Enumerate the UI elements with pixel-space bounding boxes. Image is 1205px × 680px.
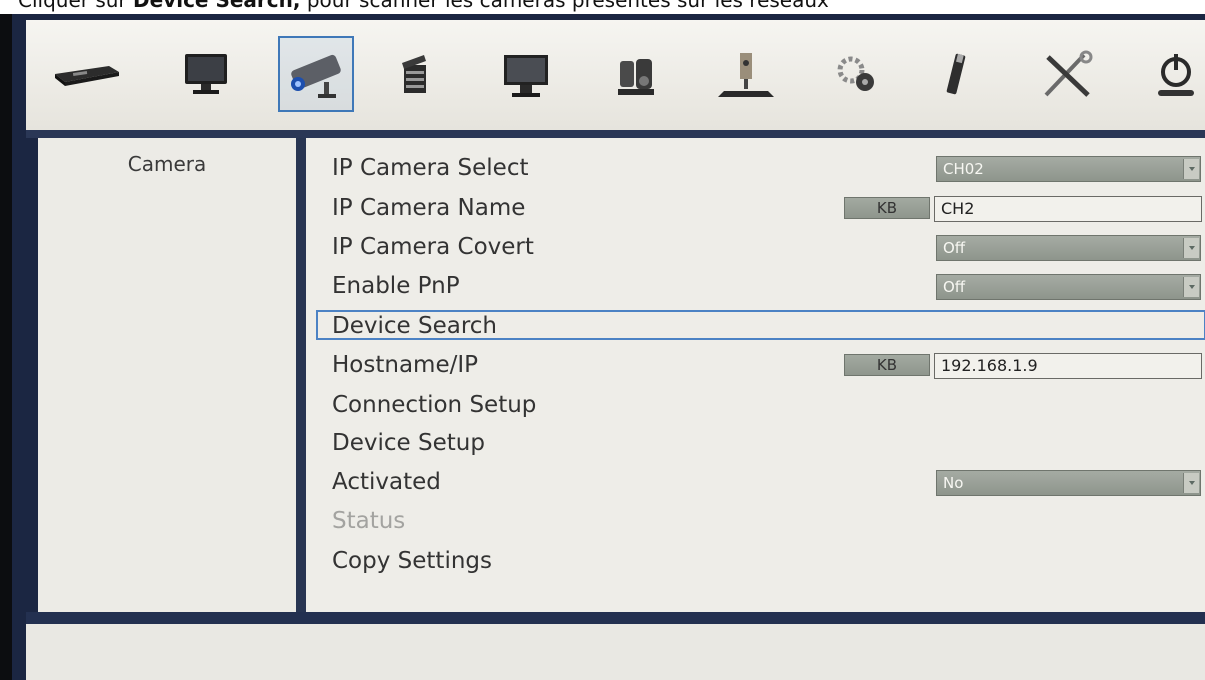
ip-camera-covert-row: IP Camera Covert Off [316, 229, 1205, 265]
keyboard-button[interactable]: KB [844, 197, 930, 219]
power-icon[interactable] [1136, 20, 1205, 130]
device-search-row[interactable]: Device Search [316, 308, 1205, 344]
settings-icon[interactable] [816, 20, 896, 130]
ip-camera-select-value: CH02 [943, 160, 984, 178]
enable-pnp-label: Enable PnP [332, 273, 460, 299]
ip-camera-covert-label: IP Camera Covert [332, 234, 534, 260]
ip-camera-name-field[interactable]: CH2 [934, 196, 1202, 222]
chevron-down-icon[interactable] [1183, 277, 1199, 297]
device-search-button[interactable]: Device Search [332, 308, 497, 344]
ip-camera-select-label: IP Camera Select [332, 155, 529, 181]
activated-label: Activated [332, 469, 441, 495]
activated-dropdown[interactable]: No [936, 470, 1201, 496]
enable-pnp-value: Off [943, 278, 966, 296]
ip-camera-name-value: CH2 [941, 199, 975, 218]
sidebar-divider [296, 138, 306, 612]
record-icon[interactable] [376, 20, 456, 130]
keyboard-button[interactable]: KB [844, 354, 930, 376]
caption-bold: Device Search, [133, 0, 301, 12]
chevron-down-icon[interactable] [1183, 159, 1199, 179]
footer-divider [26, 612, 1205, 624]
ip-camera-covert-value: Off [943, 239, 966, 257]
status-label: Status [332, 508, 406, 534]
chevron-down-icon[interactable] [1183, 473, 1199, 493]
tools-icon[interactable] [1026, 20, 1106, 130]
caption-text: Cliquer sur [18, 0, 134, 12]
footer-bar [26, 624, 1205, 680]
activated-value: No [943, 474, 964, 492]
header-divider [26, 130, 1205, 138]
ip-camera-select-row: IP Camera Select CH02 [316, 150, 1205, 186]
copy-settings-button[interactable]: Copy Settings [332, 543, 492, 579]
toolbar [26, 20, 1205, 130]
device-setup-row[interactable]: Device Setup [316, 425, 1205, 461]
device-setup-button[interactable]: Device Setup [332, 425, 485, 461]
ip-camera-name-label: IP Camera Name [332, 195, 526, 221]
connection-setup-button[interactable]: Connection Setup [332, 387, 536, 423]
status-row: Status [316, 503, 1205, 539]
hostname-ip-row: Hostname/IP KB 192.168.1.9 [316, 347, 1205, 383]
settings-panel: IP Camera Select CH02 IP Camera Name KB … [306, 138, 1205, 612]
sidebar: Camera [38, 138, 296, 612]
ip-camera-select-dropdown[interactable]: CH02 [936, 156, 1201, 182]
activated-row: Activated No [316, 464, 1205, 500]
enable-pnp-row: Enable PnP Off [316, 268, 1205, 304]
dvr-icon[interactable] [46, 20, 126, 130]
camera-icon[interactable] [276, 20, 356, 130]
connection-setup-row[interactable]: Connection Setup [316, 387, 1205, 423]
caption: Cliquer sur Device Search, pour scanner … [0, 0, 1205, 14]
enable-pnp-dropdown[interactable]: Off [936, 274, 1201, 300]
hostname-ip-label: Hostname/IP [332, 352, 478, 378]
copy-settings-row[interactable]: Copy Settings [316, 543, 1205, 579]
display-icon[interactable] [486, 20, 566, 130]
ptz-icon[interactable] [596, 20, 676, 130]
ip-camera-covert-dropdown[interactable]: Off [936, 235, 1201, 261]
ip-camera-name-row: IP Camera Name KB CH2 [316, 190, 1205, 226]
monitor-icon[interactable] [166, 20, 246, 130]
sidebar-item-camera[interactable]: Camera [38, 152, 296, 176]
caption-text-end: pour scanner les caméras présentes sur l… [300, 0, 829, 12]
network-icon[interactable] [706, 20, 786, 130]
hostname-ip-value: 192.168.1.9 [941, 356, 1038, 375]
hostname-ip-field[interactable]: 192.168.1.9 [934, 353, 1202, 379]
usb-icon[interactable] [916, 20, 996, 130]
chevron-down-icon[interactable] [1183, 238, 1199, 258]
